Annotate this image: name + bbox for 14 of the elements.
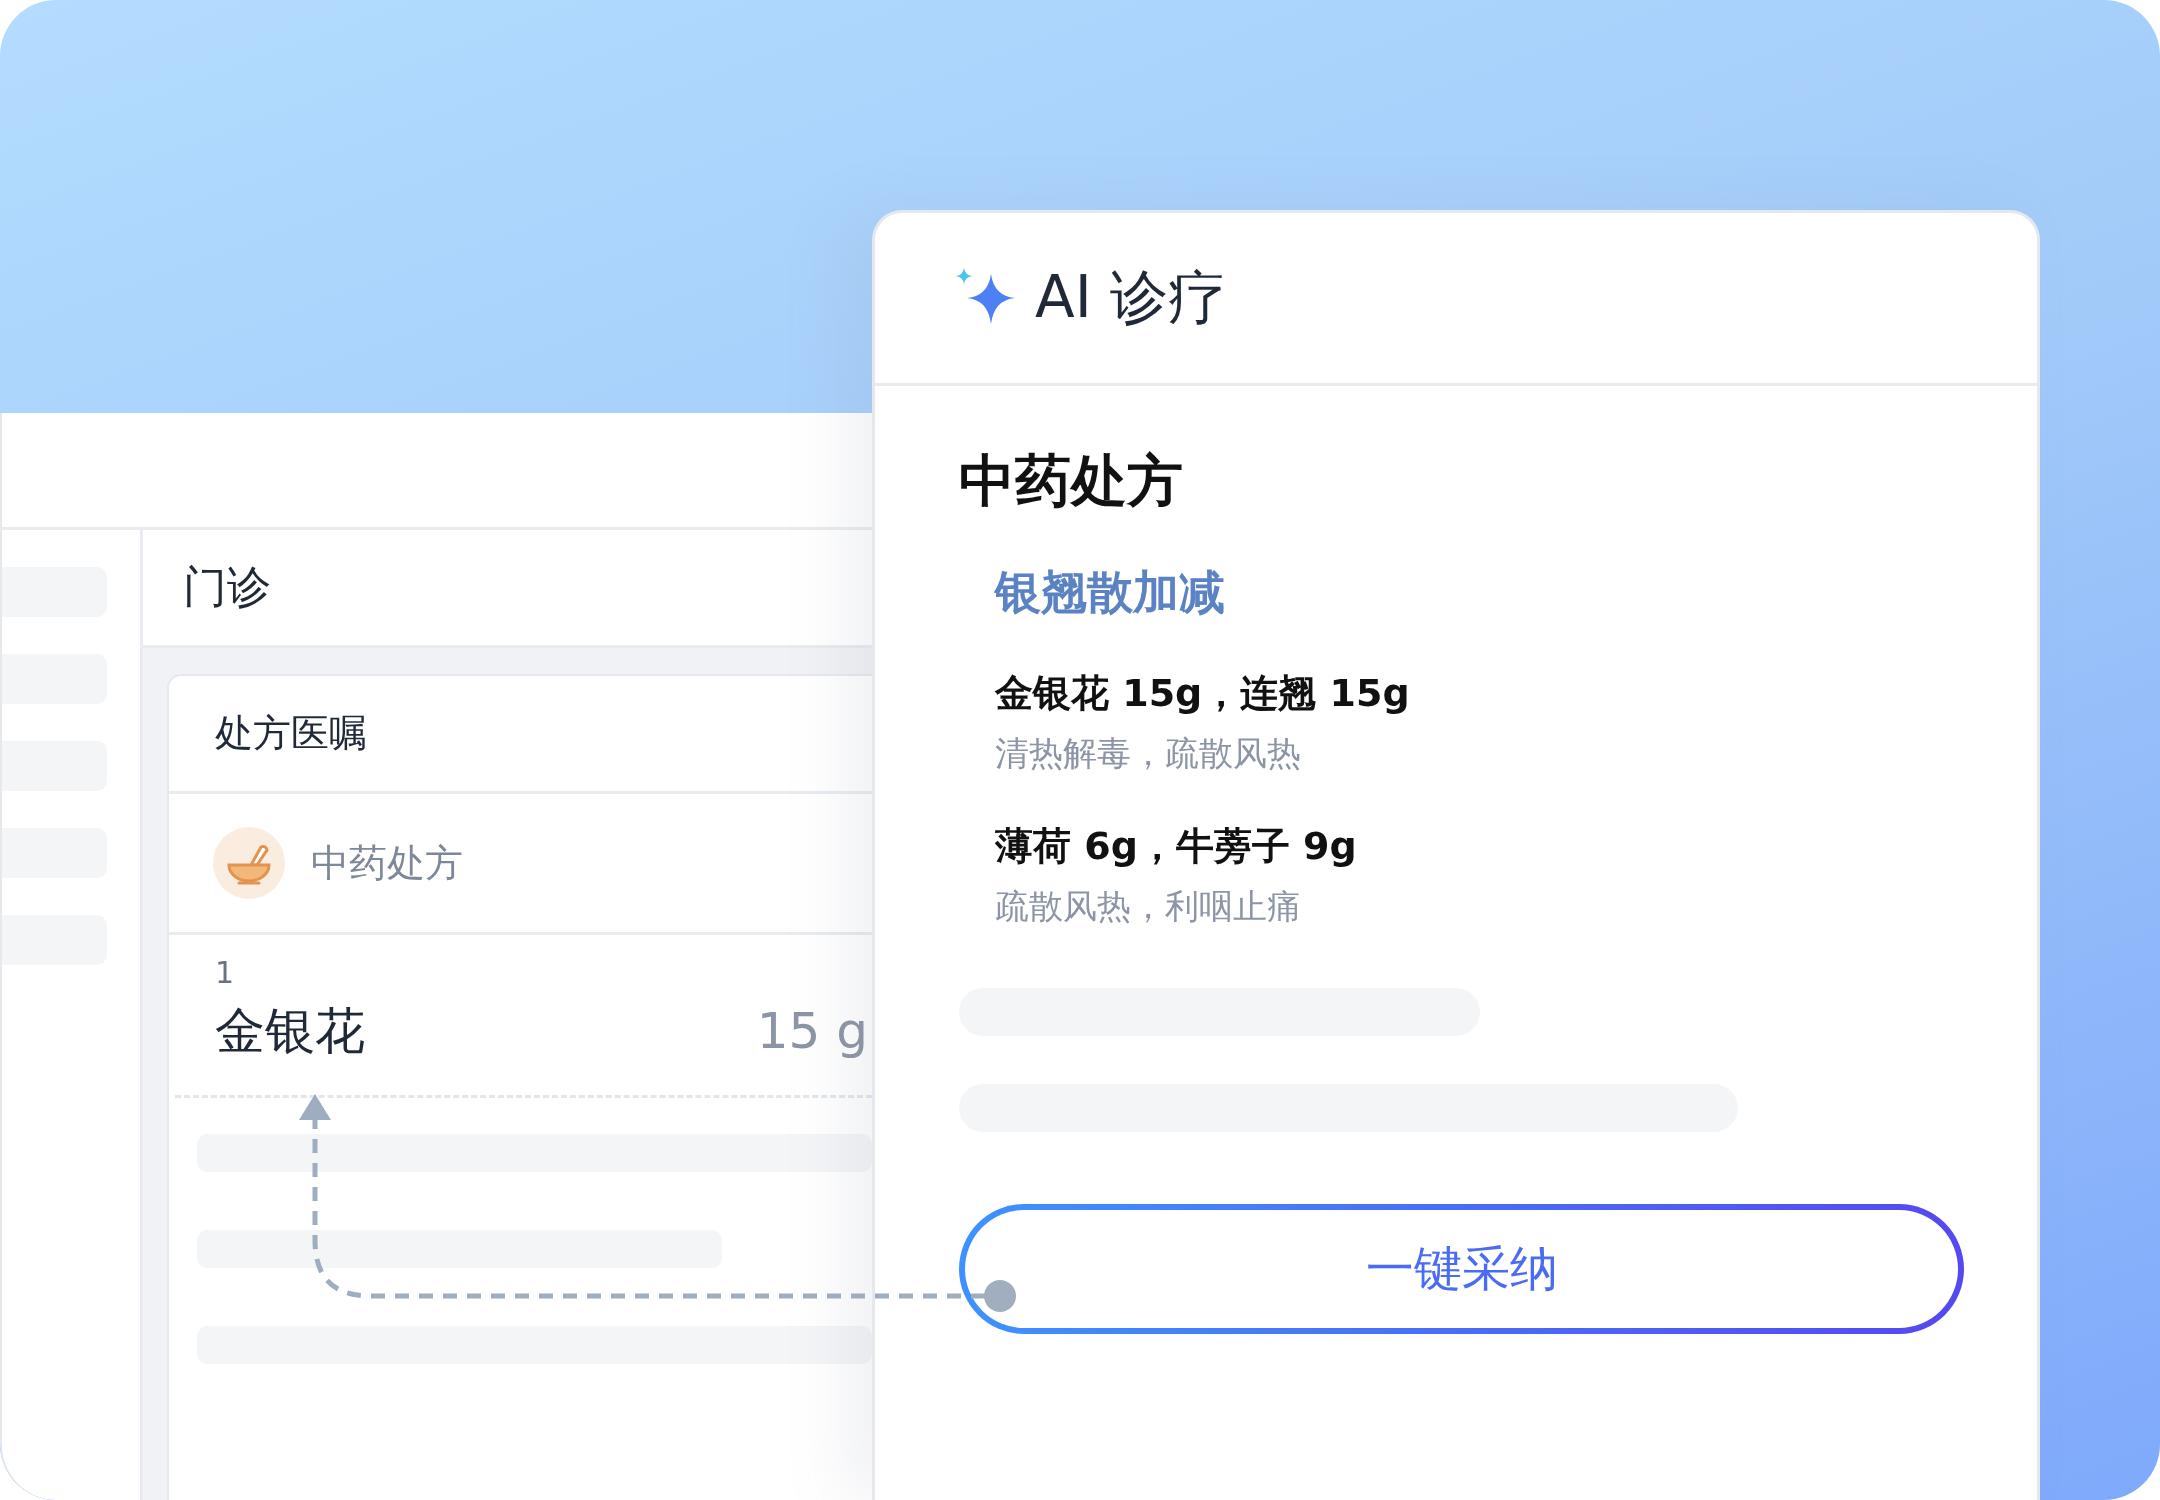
panel-title: AI 诊疗 [1035,262,1227,333]
herb-dosage: 金银花 15g，连翘 15g [995,670,1410,717]
formula-name: 银翘散加减 [995,564,1225,621]
herb-effect: 清热解毒，疏散风热 [995,732,1301,775]
herb-dosage: 薄荷 6g，牛蒡子 9g [995,823,1357,870]
section-title: 门诊 [183,560,271,614]
mortar-icon [213,827,285,899]
herb-effect: 疏散风热，利咽止痛 [995,885,1301,928]
herb-name: 金银花 [215,1001,365,1062]
item-index: 1 [215,955,235,990]
card-title: 处方医嘱 [215,710,367,757]
herb-dose: 15 g [756,1002,868,1060]
category-label: 中药处方 [311,839,463,887]
prescription-heading: 中药处方 [959,447,1183,515]
